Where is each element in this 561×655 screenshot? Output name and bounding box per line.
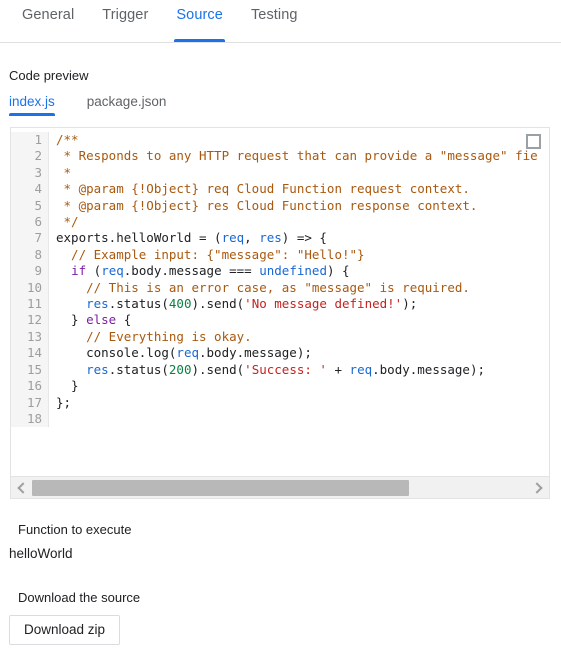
tab-source-label: Source — [176, 7, 223, 23]
function-to-execute-block: Function to execute helloWorld — [0, 522, 561, 561]
tab-source[interactable]: Source — [162, 0, 237, 42]
download-source-block: Download the source — [0, 590, 561, 605]
code-preview-panel: 1 2 3 4 5 6 7 8 9 10 11 12 13 14 15 16 1… — [10, 127, 550, 499]
file-tab-package-json[interactable]: package.json — [87, 94, 167, 116]
code-content[interactable]: /** * Responds to any HTTP request that … — [49, 132, 549, 427]
scrollbar-thumb[interactable] — [32, 479, 409, 496]
code-line-numbers: 1 2 3 4 5 6 7 8 9 10 11 12 13 14 15 16 1… — [11, 132, 49, 428]
tab-trigger-indicator — [100, 39, 150, 42]
file-tab-index-js[interactable]: index.js — [9, 94, 55, 116]
chevron-right-icon[interactable] — [528, 477, 549, 498]
file-tab-index-js-label: index.js — [9, 94, 55, 109]
download-the-source-label: Download the source — [18, 590, 141, 605]
file-tab-package-json-label: package.json — [86, 94, 167, 109]
file-tab-package-json-indicator — [87, 113, 167, 116]
tab-testing[interactable]: Testing — [237, 0, 312, 42]
function-to-execute-label: Function to execute — [18, 522, 132, 537]
scrollbar-track[interactable] — [32, 477, 528, 498]
tab-source-indicator — [174, 39, 225, 42]
settings-tab-bar: General Trigger Source Testing — [0, 0, 561, 43]
fullscreen-expand-icon[interactable] — [526, 134, 541, 149]
function-to-execute-value: helloWorld — [9, 546, 73, 561]
tab-trigger-label: Trigger — [102, 7, 149, 23]
tab-general[interactable]: General — [8, 0, 88, 42]
tab-testing-label: Testing — [250, 7, 298, 23]
code-preview-heading: Code preview — [9, 68, 89, 83]
chevron-left-icon[interactable] — [11, 477, 32, 498]
file-tab-index-js-indicator — [9, 113, 55, 116]
download-zip-button[interactable]: Download zip — [9, 615, 121, 645]
code-scroll-area[interactable]: 1 2 3 4 5 6 7 8 9 10 11 12 13 14 15 16 1… — [11, 128, 549, 477]
tab-trigger[interactable]: Trigger — [88, 0, 162, 42]
tab-general-label: General — [22, 7, 75, 23]
code-horizontal-scrollbar[interactable] — [11, 476, 549, 498]
tab-testing-indicator — [249, 39, 300, 42]
code-preview-file-tabs: index.js package.json — [0, 94, 561, 118]
tab-general-indicator — [20, 39, 76, 42]
